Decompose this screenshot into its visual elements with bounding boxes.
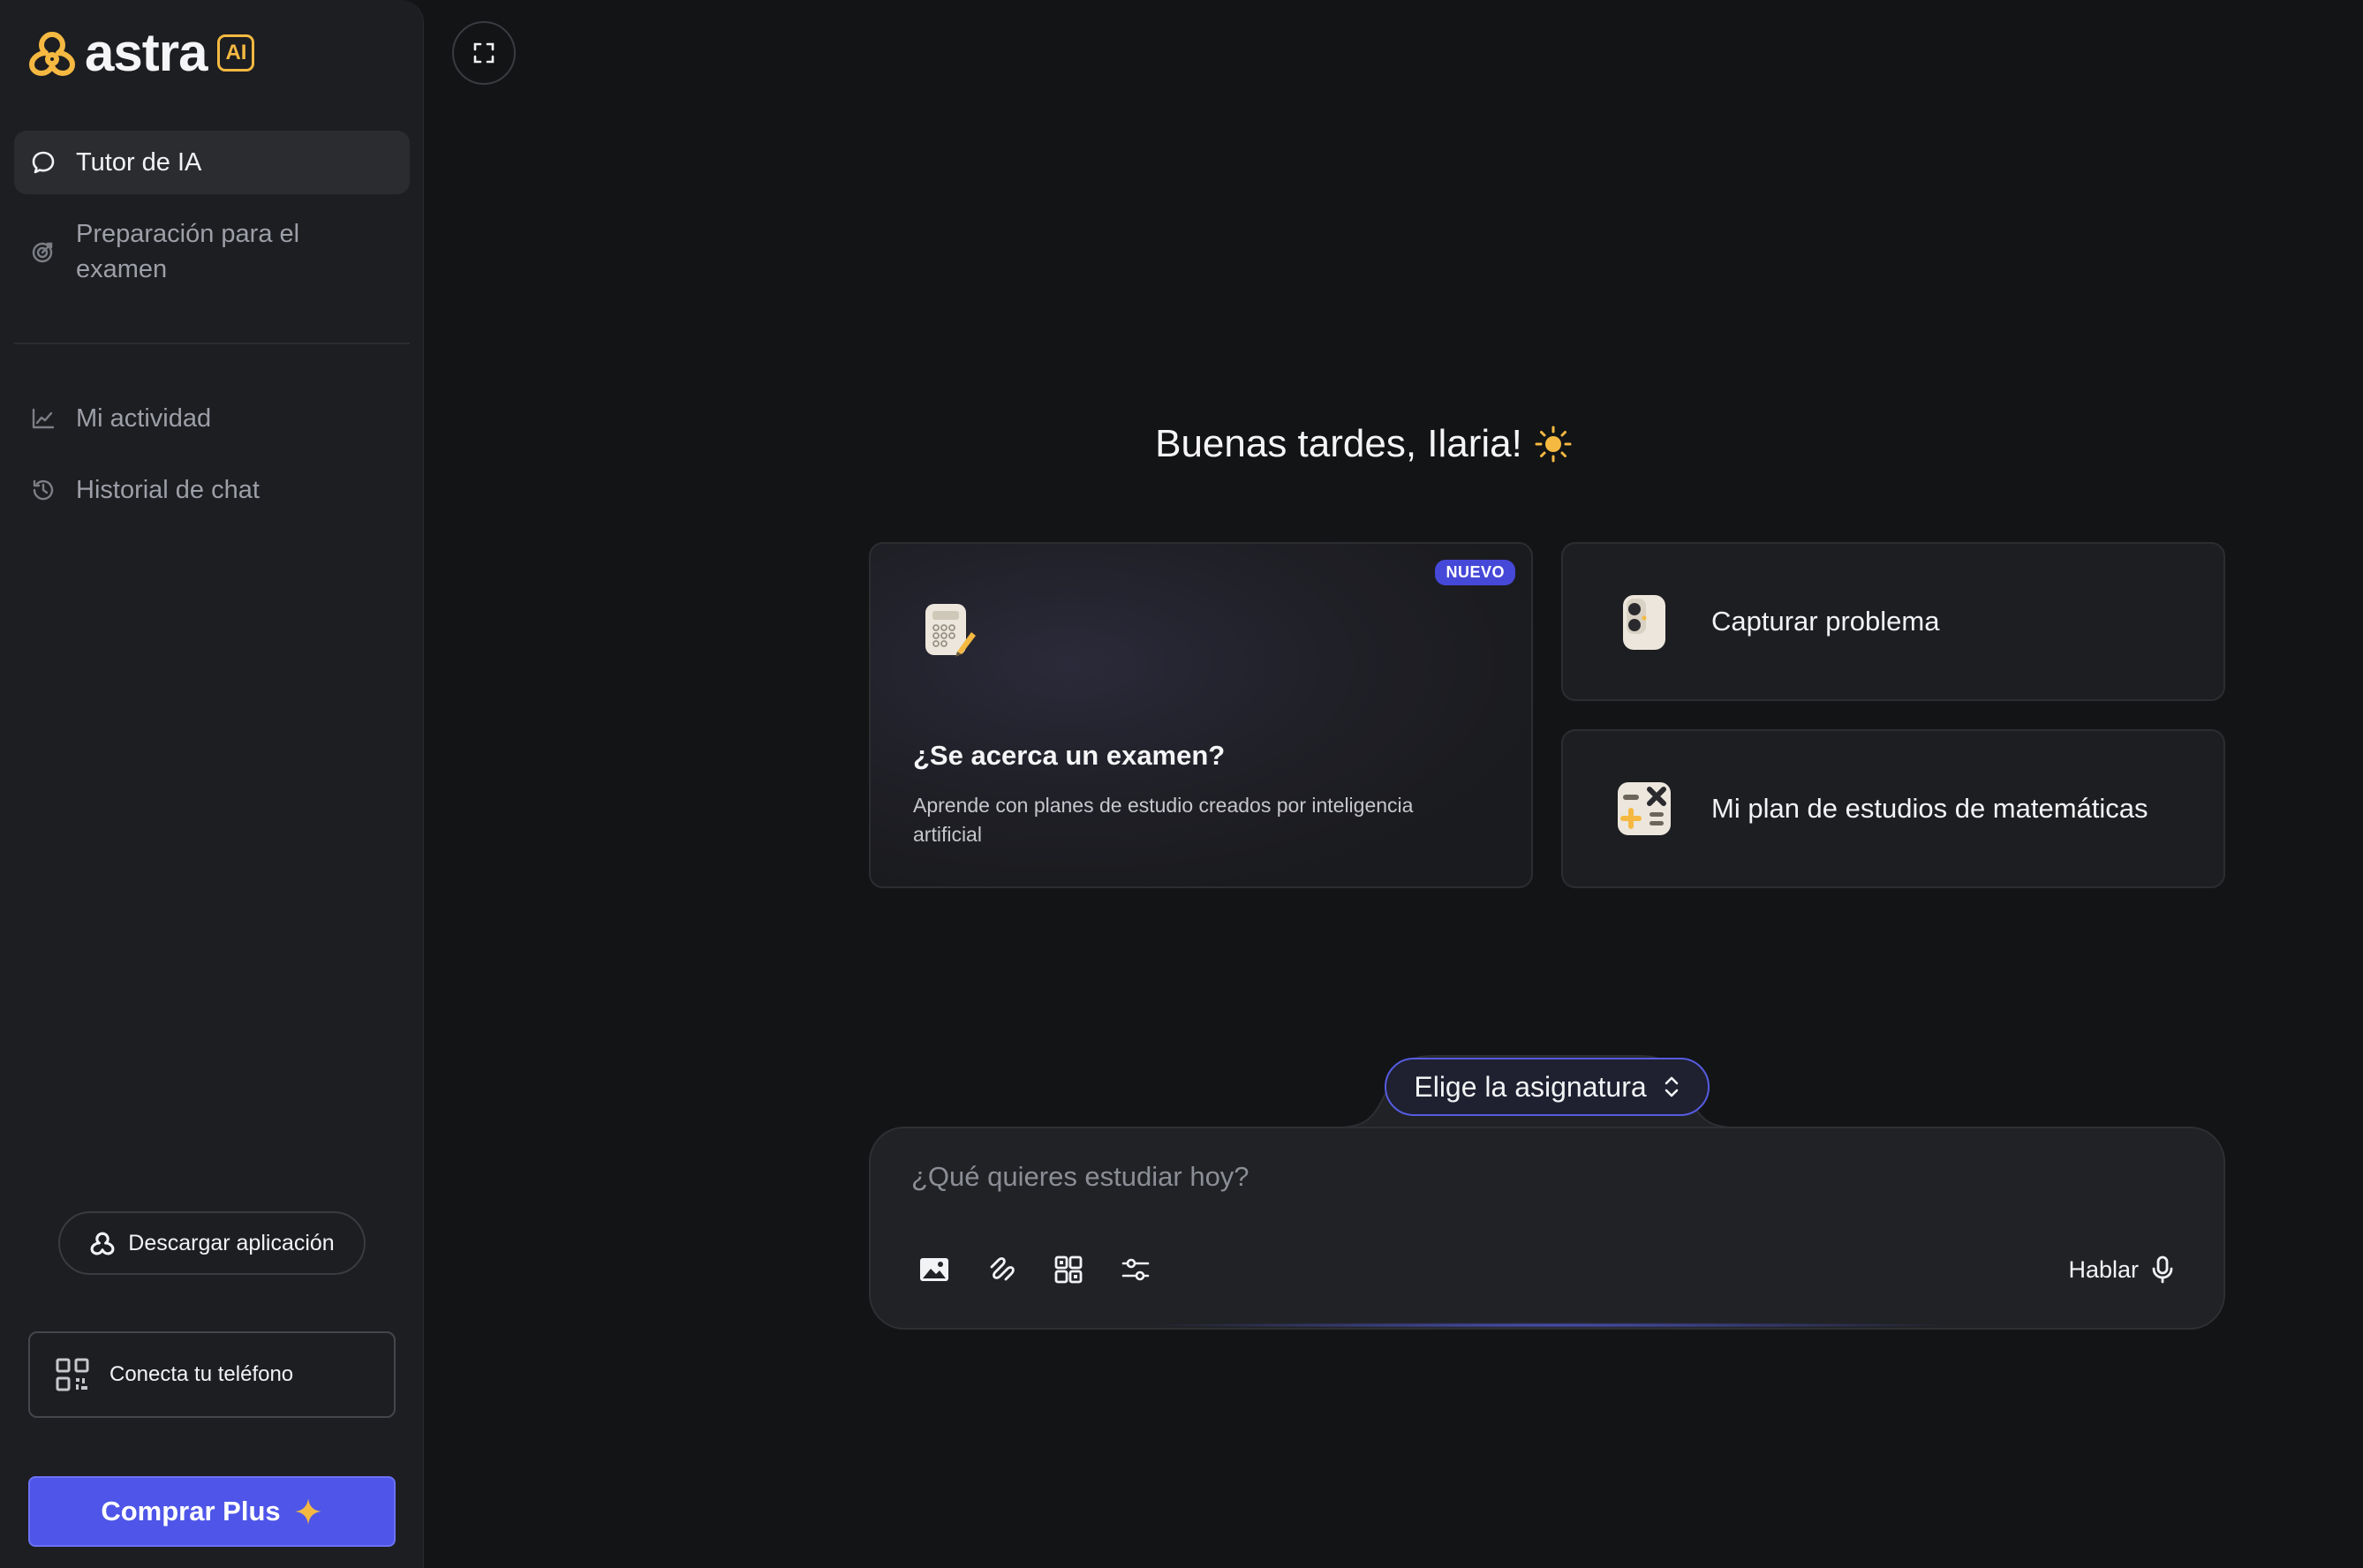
astra-logo-icon	[29, 32, 75, 76]
buy-plus-label: Comprar Plus	[101, 1496, 281, 1527]
astra-logo[interactable]: astra AI	[26, 23, 255, 82]
composer: Hablar	[869, 1127, 2225, 1330]
new-badge: NUEVO	[1435, 560, 1515, 585]
sidebar-divider	[14, 343, 410, 344]
apps-button[interactable]	[1047, 1248, 1090, 1291]
draw-button[interactable]	[980, 1248, 1023, 1291]
grid-icon	[1054, 1255, 1083, 1284]
subject-selector-label: Elige la asignatura	[1414, 1070, 1647, 1103]
sidebar-item-activity[interactable]: Mi actividad	[14, 399, 410, 438]
exam-card-title: ¿Se acerca un examen?	[913, 740, 1226, 771]
greeting-text: Buenas tardes, Ilaria!	[1155, 422, 1522, 465]
talk-button[interactable]: Hablar	[2068, 1245, 2174, 1294]
sun-icon	[1535, 426, 1572, 463]
study-input[interactable]	[911, 1155, 2059, 1199]
talk-label: Hablar	[2068, 1255, 2139, 1283]
image-icon	[920, 1258, 948, 1281]
capture-problem-card[interactable]: Capturar problema	[1561, 542, 2225, 701]
chat-bubble-icon	[30, 149, 57, 176]
camera-icon	[1623, 595, 1665, 650]
activity-chart-icon	[30, 405, 57, 432]
sidebar-item-history[interactable]: Historial de chat	[14, 471, 410, 509]
buy-plus-button[interactable]: Comprar Plus	[28, 1476, 396, 1547]
math-symbols-icon	[1618, 782, 1671, 835]
connect-phone-label: Conecta tu teléfono	[109, 1362, 294, 1386]
image-upload-button[interactable]	[913, 1248, 955, 1291]
exam-card-description: Aprende con planes de estudio creados po…	[913, 794, 1414, 846]
connect-phone-button[interactable]: Conecta tu teléfono	[28, 1331, 396, 1418]
brand-name: astra	[85, 23, 208, 82]
qr-code-icon	[56, 1358, 89, 1391]
sidebar-item-exam-prep[interactable]: Preparación para el examen	[14, 212, 410, 291]
download-app-label: Descargar aplicación	[128, 1230, 335, 1255]
composer-glow	[1136, 1323, 1966, 1328]
sparkle-icon	[294, 1498, 321, 1525]
expand-button[interactable]	[452, 21, 516, 85]
brand-badge: AI	[217, 34, 255, 72]
math-plan-card[interactable]: Mi plan de estudios de matemáticas	[1561, 729, 2225, 888]
exam-calculator-icon	[925, 604, 976, 657]
sidebar-item-label: Tutor de IA	[76, 148, 202, 177]
math-plan-label: Mi plan de estudios de matemáticas	[1711, 793, 2148, 824]
microphone-icon	[2152, 1255, 2173, 1284]
astra-small-icon	[90, 1232, 115, 1255]
download-app-button[interactable]: Descargar aplicación	[58, 1211, 366, 1275]
chevron-updown-icon	[1665, 1076, 1678, 1097]
sidebar-item-label: Mi actividad	[76, 404, 212, 433]
settings-button[interactable]	[1114, 1248, 1157, 1291]
squiggle-icon	[990, 1257, 1015, 1281]
sliders-icon	[1121, 1258, 1150, 1281]
expand-icon	[473, 42, 494, 64]
sidebar-item-tutor[interactable]: Tutor de IA	[14, 131, 410, 194]
sidebar-item-label: Historial de chat	[76, 476, 260, 504]
subject-selector[interactable]: Elige la asignatura	[1385, 1058, 1710, 1116]
target-icon	[30, 238, 57, 265]
sidebar-item-label: Preparación para el examen	[76, 220, 300, 283]
exam-card[interactable]: NUEVO ¿Se acerca un examen? Aprende con …	[869, 542, 1533, 888]
history-icon	[30, 477, 57, 503]
greeting-title: Buenas tardes, Ilaria!	[869, 422, 1858, 466]
sidebar: astra AI Tutor de IA Preparación para el…	[0, 0, 424, 1568]
capture-problem-label: Capturar problema	[1711, 606, 1940, 637]
